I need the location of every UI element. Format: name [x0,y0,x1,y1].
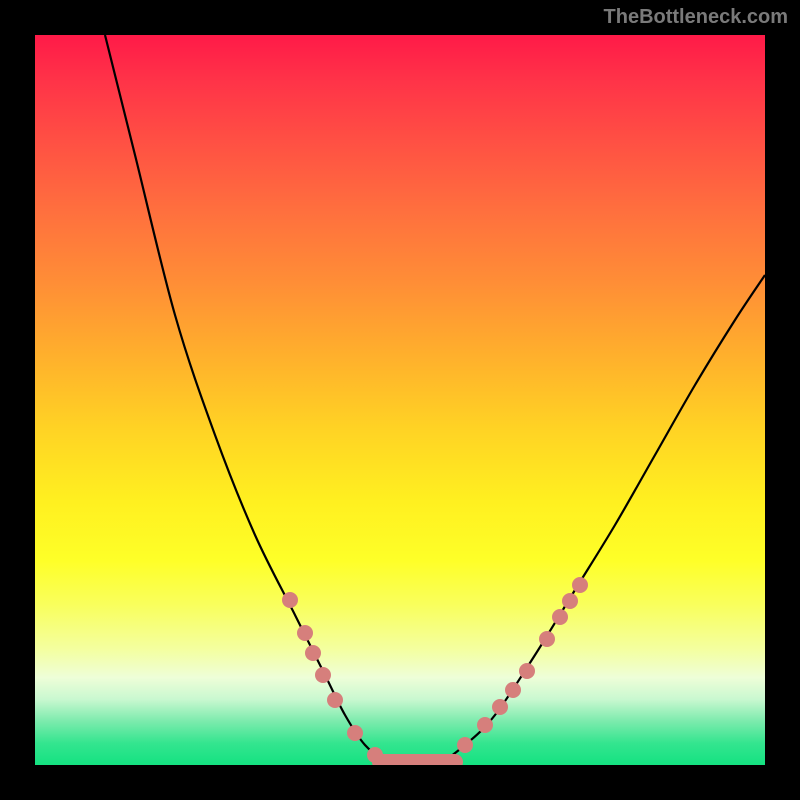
curve-marker [562,593,578,609]
curve-marker [347,725,363,741]
curve-marker [572,577,588,593]
curve-marker [297,625,313,641]
watermark-text: TheBottleneck.com [604,6,788,29]
curve-marker [505,682,521,698]
curve-marker [367,747,383,763]
curve-marker [539,631,555,647]
curve-marker [282,592,298,608]
curve-marker [552,609,568,625]
chart-svg [35,35,765,765]
curve-path [105,35,765,765]
curve-markers [282,577,588,763]
curve-marker [305,645,321,661]
plot-area [35,35,765,765]
curve-marker [519,663,535,679]
curve-marker [457,737,473,753]
curve-marker [492,699,508,715]
chart-container: TheBottleneck.com [0,0,800,800]
curve-marker [315,667,331,683]
curve-marker [327,692,343,708]
curve-marker [477,717,493,733]
